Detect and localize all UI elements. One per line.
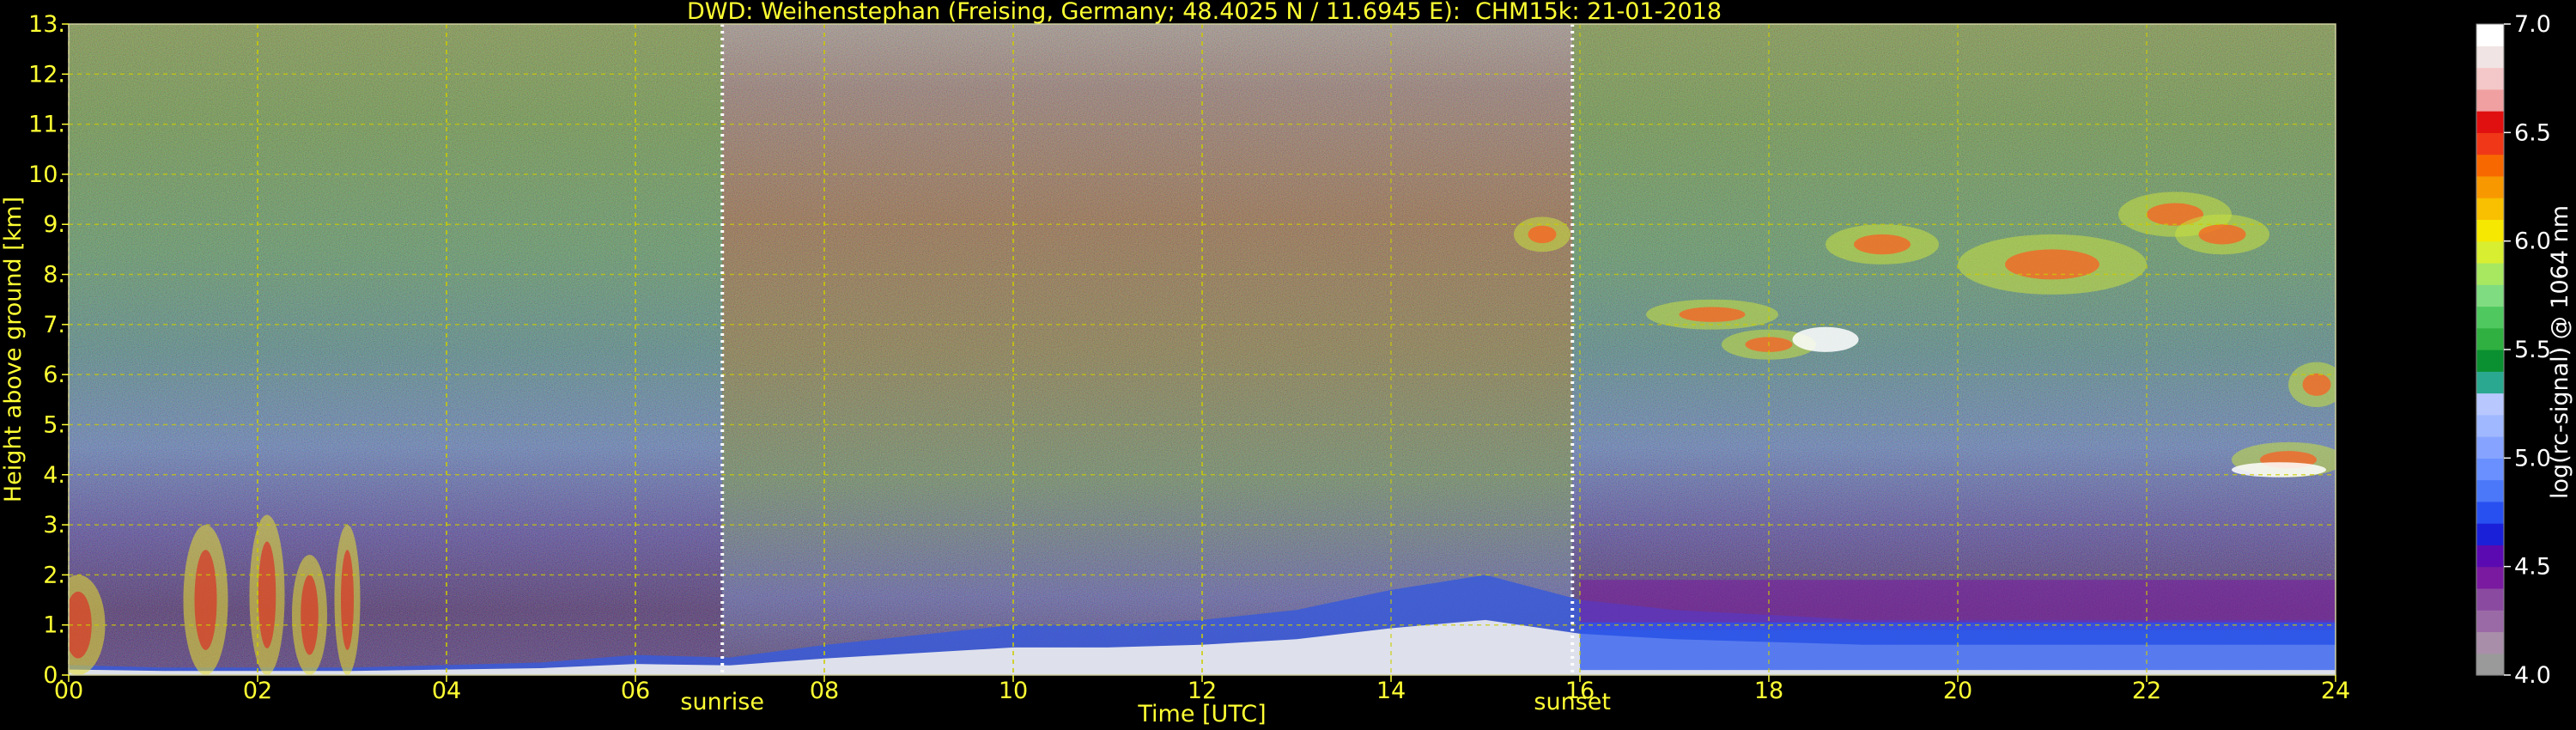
colorbar-tick-label: 5.0 bbox=[2514, 445, 2551, 471]
x-tick-label: 10 bbox=[999, 678, 1028, 704]
colorbar-segment bbox=[2476, 610, 2504, 633]
colorbar-segment bbox=[2476, 24, 2504, 46]
chart-title-station: DWD: Weihenstephan (Freising, Germany; 4… bbox=[687, 0, 1461, 25]
y-tick-label: 0. bbox=[43, 662, 65, 689]
colorbar-tick-label: 4.0 bbox=[2514, 662, 2551, 689]
x-tick-label: 20 bbox=[1943, 678, 1972, 704]
colorbar-segment bbox=[2476, 631, 2504, 654]
colorbar-segment bbox=[2476, 46, 2504, 69]
colorbar-segment bbox=[2476, 306, 2504, 329]
colorbar-segment bbox=[2476, 154, 2504, 177]
colorbar-segment bbox=[2476, 523, 2504, 545]
colorbar-segment bbox=[2476, 67, 2504, 90]
colorbar-segment bbox=[2476, 544, 2504, 568]
colorbar-segment bbox=[2476, 327, 2504, 350]
colorbar-tick-label: 6.0 bbox=[2514, 228, 2551, 255]
cirrus-cloud-core bbox=[1528, 225, 1557, 244]
cirrus-cloud-core bbox=[1679, 307, 1746, 322]
x-tick-label: 02 bbox=[243, 678, 272, 704]
x-tick-label: 08 bbox=[810, 678, 839, 704]
y-tick-label: 7. bbox=[43, 312, 65, 338]
colorbar-segment bbox=[2476, 566, 2504, 589]
y-tick-label: 6. bbox=[43, 362, 65, 388]
colorbar-segment bbox=[2476, 284, 2504, 307]
y-tick-label: 4. bbox=[43, 462, 65, 489]
y-tick-label: 2. bbox=[43, 562, 65, 588]
low-cloud-core bbox=[258, 541, 276, 648]
colorbar-segment bbox=[2476, 111, 2504, 133]
x-tick-label: 14 bbox=[1376, 678, 1406, 704]
y-tick-label: 8. bbox=[43, 262, 65, 289]
colorbar-label: log(rc-signal) @ 1064 nm bbox=[2547, 205, 2573, 499]
x-axis-label: Time [UTC] bbox=[1137, 701, 1266, 727]
colorbar-segment bbox=[2476, 436, 2504, 459]
colorbar-segment bbox=[2476, 392, 2504, 416]
y-tick-label: 9. bbox=[43, 211, 65, 238]
low-cloud-core bbox=[194, 550, 217, 650]
y-tick-label: 13. bbox=[28, 11, 65, 38]
y-tick-label: 10. bbox=[28, 161, 65, 188]
low-cloud-core bbox=[341, 550, 354, 650]
chart-title-instrument: CHM15k: 21-01-2018 bbox=[1475, 0, 1722, 25]
x-tick-label: 16 bbox=[1565, 678, 1595, 704]
colorbar-segment bbox=[2476, 479, 2504, 502]
colorbar-tick-label: 4.5 bbox=[2514, 554, 2551, 581]
y-tick-label: 1. bbox=[43, 612, 65, 639]
y-tick-label: 12. bbox=[28, 61, 65, 88]
colorbar-segment bbox=[2476, 198, 2504, 220]
sunrise-label: sunrise bbox=[680, 689, 764, 715]
colorbar-segment bbox=[2476, 219, 2504, 242]
colorbar-segment bbox=[2476, 653, 2504, 676]
colorbar-segment bbox=[2476, 240, 2504, 264]
x-tick-label: 06 bbox=[621, 678, 650, 704]
colorbar-segment bbox=[2476, 501, 2504, 524]
cirrus-cloud-core bbox=[2302, 373, 2331, 396]
x-tick-label: 22 bbox=[2132, 678, 2161, 704]
cirrus-cloud-dense bbox=[1792, 326, 1859, 352]
colorbar-segment bbox=[2476, 350, 2504, 372]
x-tick-label: 18 bbox=[1754, 678, 1783, 704]
colorbar-segment bbox=[2476, 262, 2504, 285]
colorbar-tick-label: 7.0 bbox=[2514, 11, 2551, 38]
cirrus-cloud-core bbox=[1854, 234, 1911, 255]
y-axis-label: Height above ground [km] bbox=[0, 197, 27, 502]
colorbar-segment bbox=[2476, 414, 2504, 437]
colorbar-segment bbox=[2476, 88, 2504, 112]
colorbar: 4.0 4.5 5.0 5.5 6.0 6.5 7.0 bbox=[2476, 11, 2551, 689]
low-cloud-core bbox=[301, 575, 319, 655]
colorbar-tick-label: 6.5 bbox=[2514, 119, 2551, 146]
colorbar-segment bbox=[2476, 458, 2504, 481]
ceilometer-chart: DWD: Weihenstephan (Freising, Germany; 4… bbox=[0, 0, 2573, 727]
colorbar-segment bbox=[2476, 371, 2504, 394]
x-tick-label: 24 bbox=[2321, 678, 2350, 704]
y-tick-label: 3. bbox=[43, 512, 65, 538]
x-tick-label: 04 bbox=[432, 678, 461, 704]
y-tick-label: 11. bbox=[28, 112, 65, 138]
colorbar-segment bbox=[2476, 587, 2504, 611]
colorbar-tick-label: 5.5 bbox=[2514, 337, 2551, 363]
colorbar-segment bbox=[2476, 175, 2504, 198]
cirrus-cloud-core bbox=[2198, 224, 2246, 245]
colorbar-segment bbox=[2476, 132, 2504, 155]
y-tick-label: 5. bbox=[43, 411, 65, 438]
